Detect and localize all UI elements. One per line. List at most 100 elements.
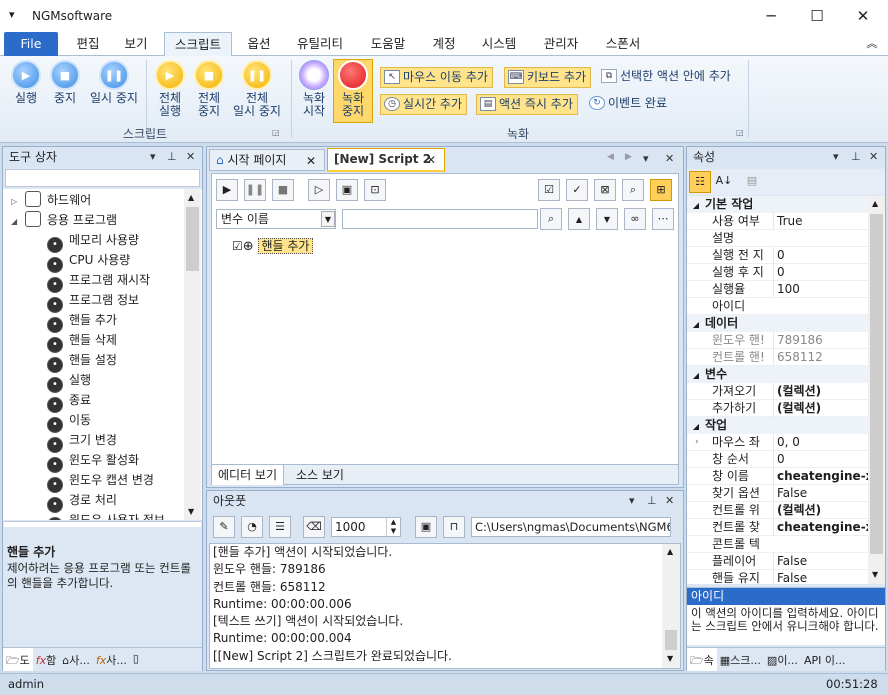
property-value[interactable]: 0 — [773, 247, 868, 264]
api-tab[interactable]: API 이... — [801, 648, 849, 671]
variable-search-button[interactable]: ⌕ — [540, 208, 562, 230]
run-all-button[interactable]: ▶ 전체 실행 — [150, 60, 190, 118]
pin-icon[interactable]: ⊥ — [647, 494, 657, 507]
property-value[interactable]: 0 — [773, 264, 868, 281]
pause-all-button[interactable]: ❚❚ 전체 일시 중지 — [228, 60, 286, 118]
property-value[interactable]: 100 — [773, 281, 868, 298]
toolbox-scrollbar[interactable]: ▲ ▼ — [184, 189, 201, 520]
toolbox-item[interactable]: • 종료 — [3, 390, 183, 413]
property-value[interactable]: 0, 0 — [773, 434, 868, 451]
log-path-field[interactable]: C:\Users\ngmas\Documents\NGM6\ — [471, 517, 671, 537]
event-complete-button[interactable]: ↻ 이벤트 완료 — [586, 94, 671, 115]
check-button[interactable]: ✓ — [566, 179, 588, 201]
timer-button[interactable]: ◔ — [241, 516, 263, 538]
tab-new-script-2[interactable]: [New] Script 2 ✕ — [327, 148, 445, 172]
tab-account[interactable]: 계정 — [424, 32, 464, 56]
property-value[interactable]: cheatengine-x — [773, 468, 868, 485]
editor-step-button[interactable]: ⊡ — [364, 179, 386, 201]
close-tab-icon[interactable]: ✕ — [306, 151, 316, 171]
property-category[interactable]: ◢ 변수 — [687, 366, 868, 383]
property-value[interactable]: False — [773, 553, 868, 570]
delete-button[interactable]: ⊠ — [594, 179, 616, 201]
editor-stop-button[interactable]: ■ — [272, 179, 294, 201]
property-row[interactable]: 마우스 좌 0, 0 › — [687, 434, 868, 451]
property-row[interactable]: 창 이름 cheatengine-x — [687, 468, 868, 485]
stop-button[interactable]: ■ 중지 — [45, 60, 85, 105]
collapse-icon[interactable]: ◢ — [687, 367, 705, 384]
property-value[interactable]: 789186 — [773, 332, 868, 349]
toolbox-item[interactable]: • 윈도우 캡션 변경 — [3, 470, 183, 493]
expander-icon[interactable]: ▷ — [11, 192, 25, 212]
tab-edit[interactable]: 편집 — [66, 32, 110, 56]
editor-run-selected-button[interactable]: ▣ — [336, 179, 358, 201]
node-checkbox-icon[interactable]: ☑ — [232, 239, 243, 253]
property-row[interactable]: 핸들 유지 False — [687, 570, 868, 584]
script-node[interactable]: ☑⊕ 핸들 추가 — [232, 237, 314, 257]
loop-button[interactable]: ∞ — [624, 208, 646, 230]
check-all-button[interactable]: ☑ — [538, 179, 560, 201]
pause-button[interactable]: ❚❚ 일시 중지 — [86, 60, 142, 105]
properties-tab[interactable]: 🗁속 — [687, 648, 717, 671]
property-row[interactable]: 윈도우 핸! 789186 — [687, 332, 868, 349]
minimize-button[interactable]: ─ — [748, 0, 794, 32]
scrollbar-thumb[interactable] — [870, 214, 883, 554]
property-pages-button[interactable]: ▤ — [741, 171, 763, 193]
property-row[interactable]: 실행 후 지 0 — [687, 264, 868, 281]
scrollbar-thumb[interactable] — [186, 207, 199, 271]
add-mouse-move-button[interactable]: ↖ 마우스 이동 추가 — [380, 67, 493, 88]
h-scrollbar[interactable] — [4, 521, 201, 527]
editor-view-tab[interactable]: 에디터 보기 — [212, 465, 285, 485]
editor-pause-button[interactable]: ❚❚ — [244, 179, 266, 201]
close-panel-icon[interactable]: ✕ — [665, 494, 674, 507]
move-down-button[interactable]: ▼ — [596, 208, 618, 230]
toolbox-item[interactable]: • 핸들 삭제 — [3, 330, 183, 353]
tab-scroll-left-icon[interactable]: ◀ — [607, 152, 614, 162]
property-row[interactable]: 컨트롤 찾 cheatengine-x — [687, 519, 868, 536]
stop-all-button[interactable]: ■ 전체 중지 — [189, 60, 229, 118]
close-button[interactable]: ✕ — [840, 0, 886, 32]
add-inside-selected-button[interactable]: ⧉ 선택한 액션 안에 추가 — [598, 67, 735, 88]
tab-script[interactable]: 스크립트 — [164, 32, 232, 57]
property-row[interactable]: 가져오기 (컬렉션) — [687, 383, 868, 400]
system-menu-icon[interactable]: ▾ — [9, 8, 15, 21]
editor-run-button[interactable]: ▶ — [216, 179, 238, 201]
property-value[interactable]: 658112 — [773, 349, 868, 366]
dialog-launcher-icon[interactable]: ◲ — [272, 128, 280, 137]
close-document-icon[interactable]: ✕ — [665, 152, 674, 165]
tab-options[interactable]: 옵션 — [236, 32, 282, 56]
collapse-ribbon-icon[interactable]: ︽ — [862, 32, 882, 56]
dropdown-icon[interactable]: ▾ — [629, 494, 635, 507]
eraser-button[interactable]: ⌫ — [303, 516, 325, 538]
toolbox-item[interactable]: • 윈도우 사용자 정보 — [3, 510, 183, 520]
property-row[interactable]: 콘트롤 텍 — [687, 536, 868, 553]
tab-admin[interactable]: 관리자 — [534, 32, 588, 56]
run-button[interactable]: ▶ 실행 — [6, 60, 46, 105]
add-action-now-button[interactable]: ▤ 액션 즉시 추가 — [476, 94, 578, 115]
properties-scrollbar[interactable]: ▲ ▼ — [868, 196, 885, 584]
dropdown-icon[interactable]: ▾ — [833, 150, 839, 163]
tab-start-page[interactable]: ⌂ 시작 페이지 ✕ — [209, 149, 325, 171]
tab-sponsor[interactable]: 스폰서 — [596, 32, 650, 56]
property-category[interactable]: ◢ 작업 — [687, 417, 868, 434]
function-tab[interactable]: fx함 — [33, 648, 60, 671]
toolbox-item[interactable]: • CPU 사용량 — [3, 250, 183, 273]
tab-view[interactable]: 보기 — [114, 32, 158, 56]
tab-help[interactable]: 도움말 — [360, 32, 416, 56]
property-category[interactable]: ◢ 데이터 — [687, 315, 868, 332]
property-row[interactable]: 찾기 옵션 False — [687, 485, 868, 502]
realtime-add-button[interactable]: ◷ 실시간 추가 — [380, 94, 468, 115]
move-up-button[interactable]: ▲ — [568, 208, 590, 230]
pin-icon[interactable]: ⊥ — [167, 150, 177, 163]
toolbox-item[interactable]: ◢ 응용 프로그램 — [3, 210, 183, 230]
scrollbar-thumb[interactable] — [665, 630, 677, 650]
property-row[interactable]: 컨트롤 위 (컬렉션) — [687, 502, 868, 519]
file-tab[interactable]: File — [4, 32, 58, 56]
property-row[interactable]: 추가하기 (컬렉션) — [687, 400, 868, 417]
collapse-icon[interactable]: ◢ — [687, 418, 705, 435]
spin-arrows-icon[interactable]: ▲ ▼ — [386, 518, 400, 536]
close-tab-icon[interactable]: ✕ — [426, 150, 436, 170]
find-button[interactable]: ⌕ — [622, 179, 644, 201]
scroll-down-icon[interactable]: ▼ — [667, 654, 673, 663]
property-row[interactable]: 아이디 — [687, 298, 868, 315]
property-row[interactable]: 실행율 100 — [687, 281, 868, 298]
